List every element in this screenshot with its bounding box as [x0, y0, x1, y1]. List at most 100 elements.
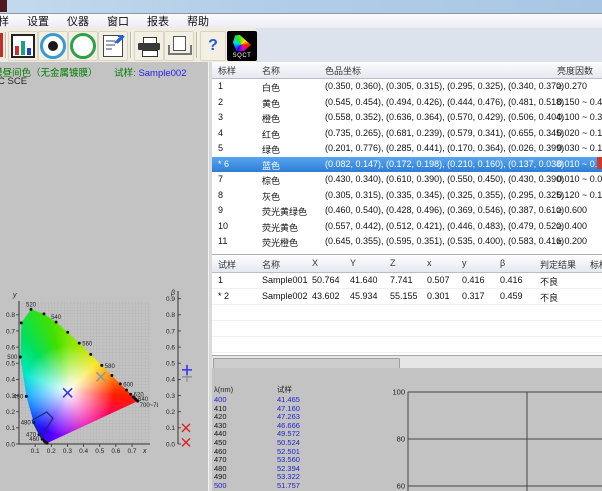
- help-button[interactable]: ?: [200, 31, 226, 61]
- column-header[interactable]: Y: [350, 258, 356, 268]
- cell: (0.430, 0.340), (0.610, 0.390), (0.550, …: [325, 174, 564, 184]
- column-header[interactable]: 亮度因数: [557, 64, 593, 77]
- sample-measure-button[interactable]: [38, 31, 68, 61]
- column-header[interactable]: 标样: [218, 64, 236, 77]
- empty-row: [212, 321, 602, 337]
- spectral-section: λ(nm)试样 40041.46541047.16042047.26343046…: [212, 368, 602, 491]
- column-header[interactable]: 试样: [218, 258, 236, 271]
- cell: (0.545, 0.454), (0.494, 0.426), (0.444, …: [325, 97, 564, 107]
- sample-row[interactable]: 1Sample00150.76441.6407.7410.5070.4160.4…: [212, 273, 602, 289]
- cell: Sample001: [262, 275, 308, 285]
- empty-row: [212, 305, 602, 321]
- cell: 荧光黄绿色: [262, 205, 307, 218]
- menu-item-3[interactable]: 仪器: [61, 13, 95, 29]
- color-values-button[interactable]: [8, 31, 38, 61]
- cell: 7.741: [390, 275, 413, 285]
- column-header[interactable]: 色品坐标: [325, 64, 361, 77]
- empty-row: [212, 337, 602, 353]
- standard-measure-button[interactable]: [68, 31, 98, 61]
- sample-name: Sample002: [138, 68, 186, 79]
- svg-text:490: 490: [13, 394, 24, 400]
- printer-icon: [138, 37, 160, 55]
- tolerance-row[interactable]: 1白色(0.350, 0.360), (0.305, 0.315), (0.29…: [212, 79, 602, 95]
- svg-text:80: 80: [397, 435, 405, 444]
- xy-diagram-markers: 460470480490500520540560580600620640700~…: [0, 288, 158, 491]
- tolerance-row[interactable]: 3橙色(0.558, 0.352), (0.636, 0.364), (0.57…: [212, 110, 602, 126]
- tolerance-row[interactable]: 2黄色(0.545, 0.454), (0.494, 0.426), (0.44…: [212, 95, 602, 111]
- toolbar-separator: [130, 32, 132, 58]
- column-header[interactable]: 标样: [590, 258, 602, 271]
- cell: 荧光黄色: [262, 221, 298, 234]
- tolerance-row[interactable]: 9荧光黄绿色(0.460, 0.540), (0.428, 0.496), (0…: [212, 203, 602, 219]
- cell: 棕色: [262, 174, 280, 187]
- cell: * 2: [218, 291, 229, 301]
- selected-row-edge-mark: [597, 157, 602, 169]
- tolerance-row[interactable]: 10 荧光黄色 (0.557, 0.442), (0.512, 0.421), (0…: [212, 219, 602, 235]
- svg-text:0.3: 0.3: [166, 393, 175, 400]
- titlebar-fragment: [0, 0, 7, 12]
- tolerance-row[interactable]: 11荧光橙色(0.645, 0.355), (0.595, 0.351), (0…: [212, 234, 602, 250]
- cell: 50.764: [312, 275, 340, 285]
- menu-item-6[interactable]: 帮助: [181, 13, 215, 29]
- print-button[interactable]: [134, 31, 164, 61]
- cell: (0.460, 0.540), (0.428, 0.496), (0.369, …: [325, 205, 564, 215]
- spectral-row: 50051.757: [214, 481, 300, 490]
- menu-item-5[interactable]: 报表: [141, 13, 175, 29]
- tolerance-row[interactable]: * 6蓝色(0.082, 0.147), (0.172, 0.198), (0.…: [212, 157, 602, 173]
- cell: 55.155: [390, 291, 418, 301]
- sample-row[interactable]: * 2Sample00243.60245.93455.1550.3010.317…: [212, 289, 602, 305]
- cell: 11: [218, 236, 227, 246]
- svg-text:0.2: 0.2: [166, 409, 175, 416]
- cell: 10: [218, 221, 228, 231]
- cell: 蓝色: [262, 159, 280, 172]
- column-header[interactable]: x: [427, 258, 432, 268]
- svg-text:0.1: 0.1: [166, 425, 175, 432]
- beta-scale: β0.00.10.20.30.40.50.60.70.80.9: [158, 288, 208, 491]
- column-header[interactable]: 名称: [262, 258, 280, 271]
- svg-text:0.8: 0.8: [166, 312, 175, 319]
- tolerance-row[interactable]: 4红色(0.735, 0.265), (0.681, 0.239), (0.57…: [212, 126, 602, 142]
- sample-table-header: 试样 名称 X Y Zx y β 判定结果 标样: [212, 256, 602, 273]
- cell: 绿色: [262, 143, 280, 156]
- page-tray-icon: [168, 36, 190, 56]
- menu-item-2[interactable]: 设置: [21, 13, 55, 29]
- cell: 不良: [540, 291, 558, 304]
- report-icon: [103, 35, 123, 57]
- cell: * 6: [218, 159, 229, 169]
- menu-item-4[interactable]: 窗口: [101, 13, 135, 29]
- report-button[interactable]: [98, 31, 128, 61]
- cell: 4: [218, 128, 223, 138]
- tolerance-table-body: 1白色(0.350, 0.360), (0.305, 0.315), (0.29…: [212, 79, 602, 250]
- column-header[interactable]: Z: [390, 258, 396, 268]
- cell: 0.416: [500, 275, 523, 285]
- cell: 3: [218, 112, 223, 122]
- column-header[interactable]: y: [462, 258, 467, 268]
- menu-item-1[interactable]: 样: [0, 13, 15, 29]
- tolerance-row[interactable]: 5绿色(0.201, 0.776), (0.285, 0.441), (0.17…: [212, 141, 602, 157]
- svg-text:500: 500: [7, 355, 18, 361]
- cell: 0.150 ~ 0.450: [557, 97, 602, 107]
- svg-text:600: 600: [123, 382, 134, 388]
- column-header[interactable]: X: [312, 258, 318, 268]
- cell: 0.301: [427, 291, 450, 301]
- clipped-toolbar-icon[interactable]: [0, 33, 3, 57]
- cell: 0.100 ~ 0.300: [557, 112, 602, 122]
- svg-text:100: 100: [392, 388, 405, 397]
- cell: (0.557, 0.442), (0.512, 0.421), (0.446, …: [325, 221, 564, 231]
- sample-table-body: 1Sample00150.76441.6407.7410.5070.4160.4…: [212, 273, 602, 355]
- cell: 41.640: [350, 275, 378, 285]
- sqct-logo-button[interactable]: SQCT: [227, 31, 257, 61]
- horizontal-scrollbar[interactable]: [212, 355, 602, 368]
- tolerance-row[interactable]: 8灰色(0.305, 0.315), (0.335, 0.345), (0.32…: [212, 188, 602, 204]
- svg-text:540: 540: [51, 315, 62, 321]
- tolerance-row[interactable]: 7棕色(0.430, 0.340), (0.610, 0.390), (0.55…: [212, 172, 602, 188]
- cell: 0.317: [462, 291, 485, 301]
- toolbar-separator: [5, 32, 7, 58]
- column-header[interactable]: 名称: [262, 64, 280, 77]
- cell: 0.020 ~ 0.150: [557, 128, 602, 138]
- cell: 43.602: [312, 291, 340, 301]
- column-header[interactable]: β: [500, 258, 505, 268]
- print-preview-button[interactable]: [164, 31, 194, 61]
- column-header[interactable]: 判定结果: [540, 258, 576, 271]
- sample-table: 试样名称XYZxyβ判定结果标样 1Sample00150.76441.6407…: [212, 256, 602, 355]
